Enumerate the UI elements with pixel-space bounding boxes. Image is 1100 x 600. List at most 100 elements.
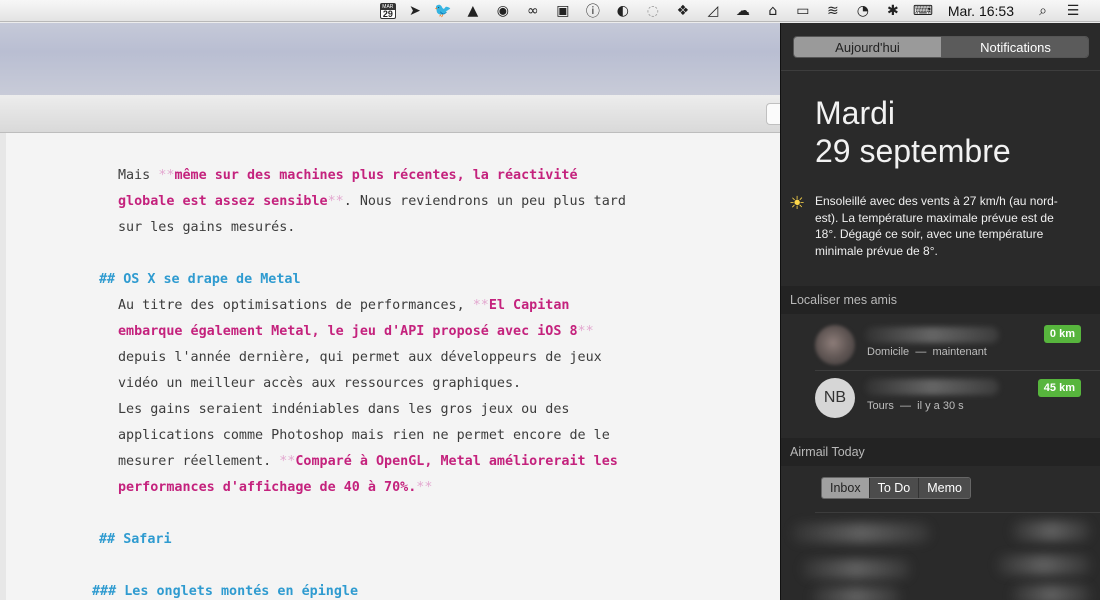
blurred-mail-item[interactable]: [996, 555, 1091, 575]
markdown-editor[interactable]: Mais **même sur des machines plus récent…: [0, 133, 780, 600]
calendar-day: 29: [382, 8, 393, 19]
nc-tab-bar: Aujourd'hui Notifications: [793, 36, 1089, 58]
markdown-text-line[interactable]: sur les gains mesurés.: [92, 215, 772, 241]
blurred-mail-item[interactable]: [1011, 585, 1091, 600]
bold-marker: **: [327, 194, 344, 209]
markdown-text-line[interactable]: embarque également Metal, le jeu d'API p…: [92, 319, 772, 345]
bold-marker: **: [158, 168, 175, 183]
bold-marker: **: [577, 324, 594, 339]
toolbar-search-field[interactable]: [766, 103, 780, 125]
plain-text: Les gains seraient indéniables dans les …: [118, 402, 570, 417]
menu-clock[interactable]: Mar. 16:53: [938, 3, 1028, 19]
plain-text: mesurer réellement.: [118, 454, 280, 469]
keyboard-icon[interactable]: ⌨: [908, 0, 938, 22]
bold-text: même sur des machines plus récentes, la …: [174, 168, 578, 183]
bluetooth-icon[interactable]: ✱: [878, 0, 908, 22]
friend-separator: —: [915, 346, 927, 358]
tab-today[interactable]: Aujourd'hui: [794, 37, 941, 57]
plain-text: vidéo un meilleur accès aux ressources g…: [118, 376, 522, 391]
plain-text: Au titre des optimisations de performanc…: [118, 298, 473, 313]
markdown-text-line[interactable]: performances d'affichage de 40 à 70%.**: [92, 475, 772, 501]
airmail-header: Airmail Today: [781, 438, 1100, 466]
alfred-icon[interactable]: ◉: [488, 0, 518, 22]
markdown-text-line[interactable]: Au titre des optimisations de performanc…: [92, 293, 772, 319]
markdown-heading-line[interactable]: ## Safari: [92, 527, 772, 553]
bold-text: performances d'affichage de 40 à 70%.: [118, 480, 417, 495]
friend-row[interactable]: NB Tours — il y a 30 s 45 km: [781, 373, 1100, 427]
one-password-icon[interactable]: ⓘ: [578, 0, 608, 22]
weather-summary: Ensoleillé avec des vents à 27 km/h (au …: [815, 194, 1058, 258]
bold-marker: **: [279, 454, 296, 469]
airmail-tab-memo[interactable]: Memo: [918, 478, 970, 498]
blurred-name: [865, 379, 999, 395]
friend-status: Tours — il y a 30 s: [867, 400, 964, 412]
location-arrow-icon[interactable]: ➤: [402, 0, 428, 22]
heading-text: ###: [92, 584, 125, 599]
today-date: 29 septembre: [815, 133, 1011, 169]
time-machine-icon[interactable]: ◔: [848, 0, 878, 22]
markdown-text-line[interactable]: globale est assez sensible**. Nous revie…: [92, 189, 772, 215]
hazel-icon[interactable]: ☁: [728, 0, 758, 22]
distance-badge: 0 km: [1043, 325, 1081, 343]
airmail-divider: [815, 512, 1100, 513]
friend-location: Tours: [867, 400, 894, 412]
backup-icon[interactable]: ⌂: [758, 0, 788, 22]
markdown-heading-line[interactable]: ## OS X se drape de Metal: [92, 267, 772, 293]
markdown-text-line[interactable]: applications comme Photoshop mais rien n…: [92, 423, 772, 449]
sun-icon: ☀: [789, 193, 806, 213]
creative-cloud-icon[interactable]: ∞: [518, 0, 548, 22]
plain-text: . Nous reviendrons un peu plus tard: [343, 194, 626, 209]
bold-marker: **: [472, 298, 489, 313]
avatar: [815, 325, 855, 365]
markdown-text-line[interactable]: depuis l'année dernière, qui permet aux …: [92, 345, 772, 371]
evernote-icon[interactable]: ▲: [458, 0, 488, 22]
plain-text: Mais: [118, 168, 159, 183]
triangle-icon[interactable]: ◿: [698, 0, 728, 22]
markdown-heading-line[interactable]: ### Les onglets montés en épingle: [92, 579, 772, 600]
nc-divider: [781, 70, 1100, 71]
wifi-icon[interactable]: ≋: [818, 0, 848, 22]
heading-text: Safari: [123, 532, 172, 547]
bold-text: Comparé à OpenGL, Metal améliorerait les: [295, 454, 618, 469]
blurred-mail-item[interactable]: [811, 587, 901, 600]
friend-location: Domicile: [867, 346, 910, 358]
blurred-mail-item[interactable]: [1011, 521, 1091, 541]
tab-notifications[interactable]: Notifications: [941, 37, 1088, 57]
markdown-text-line[interactable]: Les gains seraient indéniables dans les …: [92, 397, 772, 423]
blurred-app-icon[interactable]: ◌: [638, 0, 668, 22]
markdown-text-line[interactable]: vidéo un meilleur accès aux ressources g…: [92, 371, 772, 397]
blurred-mail-item[interactable]: [791, 523, 931, 543]
markdown-text-line[interactable]: [92, 241, 772, 267]
friend-time: maintenant: [932, 346, 987, 358]
blurred-mail-item[interactable]: [801, 559, 911, 579]
window-toolbar: [0, 95, 780, 133]
friend-row[interactable]: Domicile — maintenant 0 km: [781, 320, 1100, 374]
twitter-icon[interactable]: 🐦: [428, 0, 458, 22]
find-friends-header: Localiser mes amis: [781, 286, 1100, 314]
friend-divider: [815, 370, 1100, 371]
toggle-icon[interactable]: ◐: [608, 0, 638, 22]
friend-separator: —: [900, 400, 912, 412]
airmail-segmented-control: Inbox To Do Memo: [821, 477, 971, 499]
spotlight-icon[interactable]: ⌕: [1028, 0, 1058, 22]
bold-text: El Capitan: [488, 298, 570, 313]
friend-time: il y a 30 s: [917, 400, 964, 412]
dropbox-icon[interactable]: ❖: [668, 0, 698, 22]
notification-center: Aujourd'hui Notifications Mardi 29 septe…: [780, 23, 1100, 600]
markdown-text-line[interactable]: [92, 553, 772, 579]
calendar-icon[interactable]: MAR 29: [379, 2, 396, 19]
lastpass-icon[interactable]: ▣: [548, 0, 578, 22]
bold-text: globale est assez sensible: [118, 194, 328, 209]
plain-text: sur les gains mesurés.: [118, 220, 296, 235]
airplay-icon[interactable]: ▭: [788, 0, 818, 22]
list-icon[interactable]: ☰: [1058, 0, 1088, 22]
distance-badge: 45 km: [1037, 379, 1081, 397]
airmail-tab-inbox[interactable]: Inbox: [822, 478, 869, 498]
markdown-text-line[interactable]: mesurer réellement. **Comparé à OpenGL, …: [92, 449, 772, 475]
editor-text[interactable]: Mais **même sur des machines plus récent…: [92, 163, 772, 600]
markdown-text-line[interactable]: [92, 501, 772, 527]
airmail-tab-todo[interactable]: To Do: [868, 478, 919, 498]
markdown-text-line[interactable]: Mais **même sur des machines plus récent…: [92, 163, 772, 189]
desktop-background: [0, 23, 780, 95]
heading-text: Les onglets montés en épingle: [124, 584, 359, 599]
